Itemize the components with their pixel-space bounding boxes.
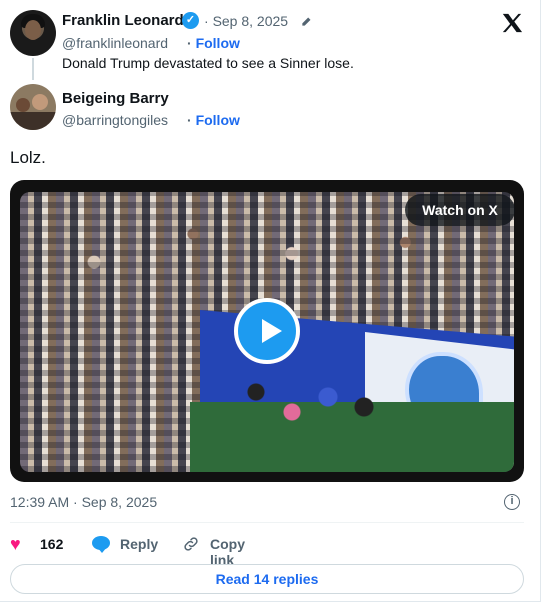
heart-icon: ♥ xyxy=(10,534,21,554)
follow-author-button[interactable]: · Follow xyxy=(187,35,240,51)
author-name[interactable]: Franklin Leonard xyxy=(62,12,184,29)
author-avatar[interactable] xyxy=(10,10,56,56)
avatar-background xyxy=(10,112,56,130)
edited-icon xyxy=(302,17,311,26)
quoted-author-avatar[interactable] xyxy=(10,84,56,130)
video-player[interactable]: Watch on X xyxy=(10,180,524,482)
x-logo-icon[interactable] xyxy=(501,12,523,34)
handle-separator: · xyxy=(187,112,192,128)
info-icon[interactable]: i xyxy=(504,494,520,510)
quoted-author-handle[interactable]: @barringtongiles xyxy=(62,112,168,128)
verified-icon: ✓ xyxy=(182,12,199,29)
watch-on-x-button[interactable]: Watch on X xyxy=(405,194,515,226)
avatar-person xyxy=(32,94,48,110)
divider xyxy=(10,522,524,523)
thread-line xyxy=(32,58,34,80)
handle-separator: · xyxy=(187,35,192,51)
date-text: Sep 8, 2025 xyxy=(212,13,289,29)
reply-label: Reply xyxy=(120,536,159,552)
like-count: 162 xyxy=(40,536,64,552)
avatar-face xyxy=(25,20,41,40)
follow-quoted-author-button[interactable]: · Follow xyxy=(187,112,240,128)
post-date[interactable]: · Sep 8, 2025 xyxy=(204,13,288,29)
avatar-person xyxy=(16,98,30,112)
speech-bubble-icon xyxy=(92,536,110,553)
players-on-court xyxy=(220,362,400,462)
quoted-author-name[interactable]: Beigeing Barry xyxy=(62,90,169,107)
follow-label: Follow xyxy=(195,112,240,128)
author-reply-text: Donald Trump devastated to see a Sinner … xyxy=(62,55,354,71)
post-text: Lolz. xyxy=(10,148,46,167)
date-separator: · xyxy=(204,13,209,29)
embedded-tweet: Franklin Leonard ✓ · Sep 8, 2025 @frankl… xyxy=(0,0,541,602)
read-replies-button[interactable]: Read 14 replies xyxy=(10,564,524,594)
author-handle[interactable]: @franklinleonard xyxy=(62,35,168,51)
play-button-icon[interactable] xyxy=(234,298,300,364)
link-icon xyxy=(184,537,198,551)
follow-label: Follow xyxy=(195,35,240,51)
post-timestamp[interactable]: 12:39 AM · Sep 8, 2025 xyxy=(10,494,157,510)
